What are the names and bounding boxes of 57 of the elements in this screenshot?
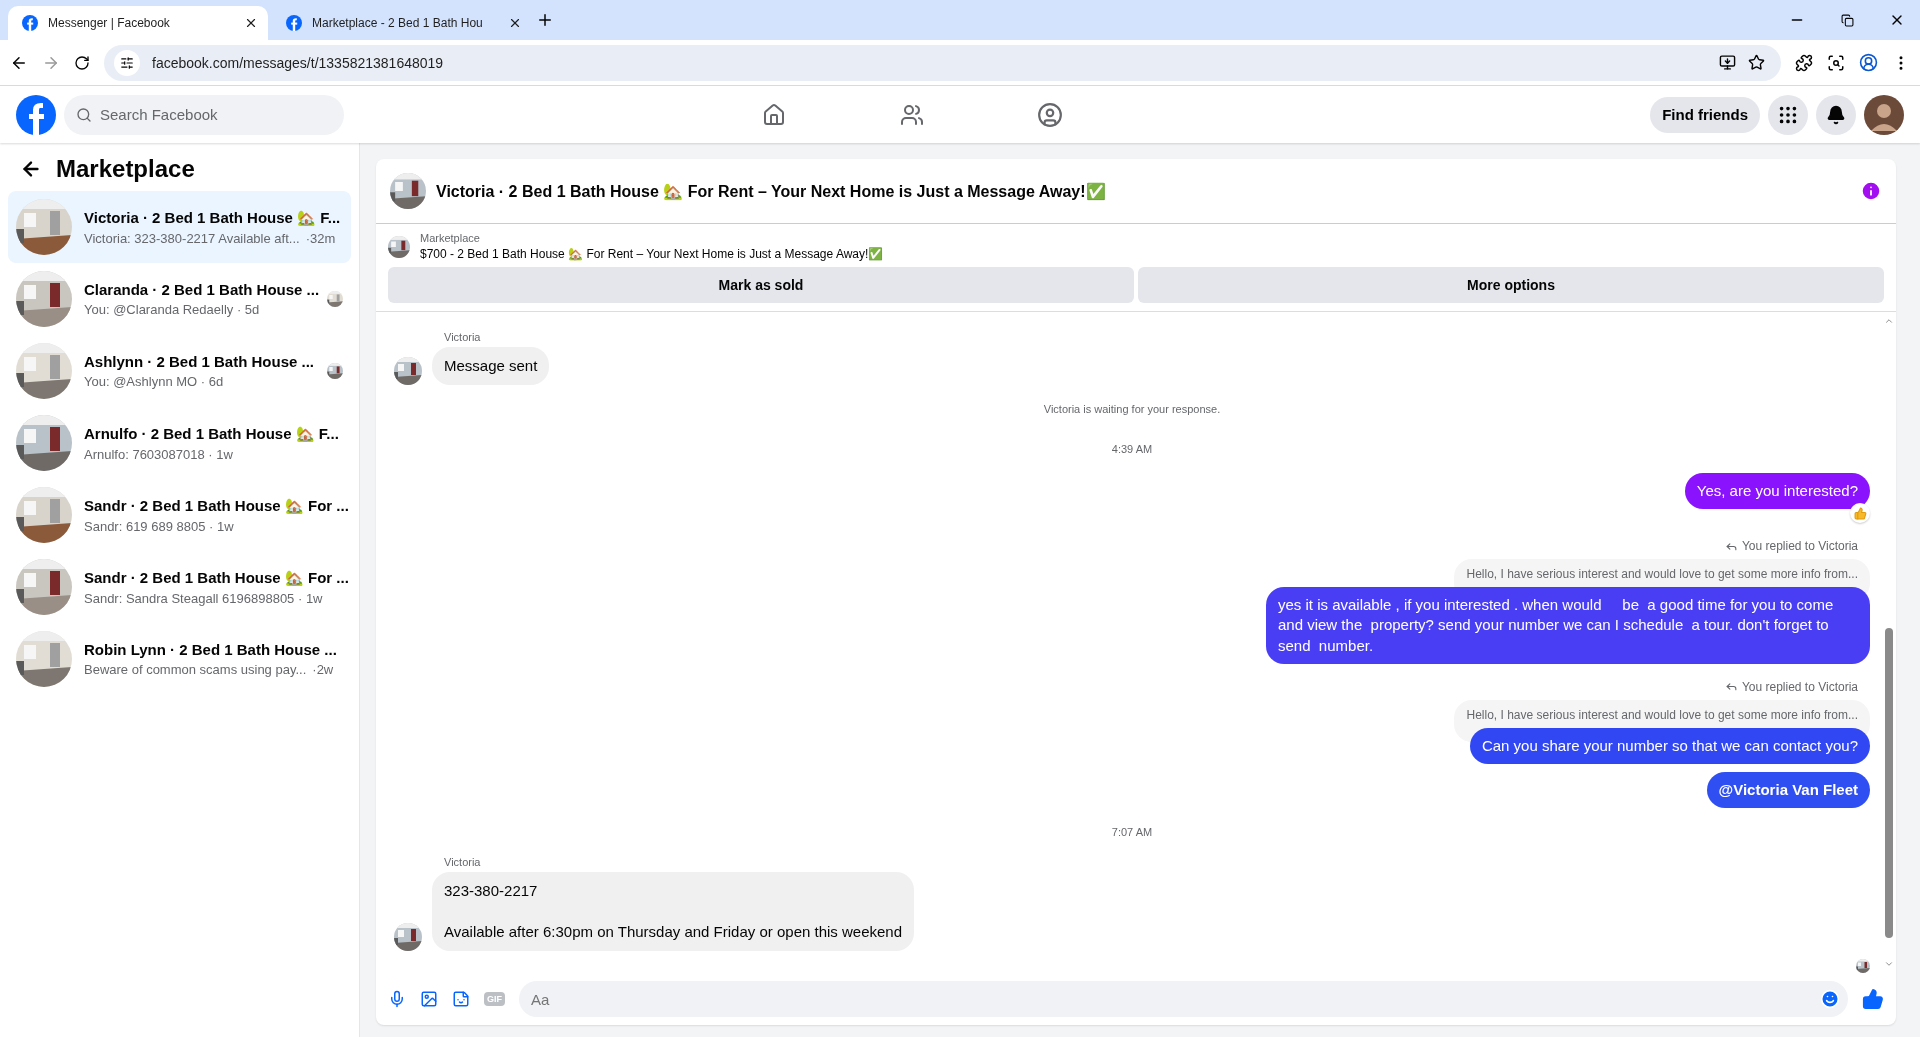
sticker-icon[interactable]	[452, 990, 470, 1008]
message-input[interactable]: Aa	[519, 981, 1848, 1017]
conversation-item[interactable]: Ashlynn · 2 Bed 1 Bath House ... You: @Ashlynn MO · 6d	[8, 335, 351, 407]
reply-label: You replied to Victoria	[1741, 679, 1858, 694]
listing-action-button[interactable]: Mark as sold	[388, 267, 1134, 303]
close-icon[interactable]	[508, 16, 522, 30]
conversation-item[interactable]: Sandr · 2 Bed 1 Bath House 🏡 For ... Sandr: 619 689 8805 · 1w	[8, 479, 351, 551]
listing-title[interactable]: $700 - 2 Bed 1 Bath House 🏡 For Rent – Your Next Home is Just a Message Away!✅	[420, 247, 884, 261]
tab-search-icon[interactable]	[1827, 53, 1845, 72]
install-icon[interactable]	[1719, 54, 1736, 71]
close-icon[interactable]	[244, 16, 258, 30]
avatar[interactable]	[1864, 94, 1904, 135]
extensions-icon[interactable]	[1795, 53, 1813, 72]
bell-icon[interactable]	[1816, 94, 1856, 135]
message-bubble: @Victoria Van Fleet	[1706, 772, 1870, 809]
listing-source: Marketplace	[420, 232, 481, 244]
message-bubble: Can you share your number so that we can contact you?	[1469, 727, 1870, 764]
favicon-icon	[22, 15, 38, 31]
site-info-icon[interactable]	[114, 49, 140, 76]
reload-icon[interactable]	[74, 54, 90, 71]
search-field[interactable]: Search Facebook	[64, 94, 344, 135]
favicon-icon	[286, 15, 302, 31]
facebook-logo[interactable]	[16, 94, 56, 135]
listing-action-button[interactable]: More options	[1138, 267, 1884, 303]
thumbs-up-icon[interactable]	[1862, 988, 1884, 1010]
profile-icon[interactable]	[1859, 53, 1878, 72]
status-notice: Victoria is waiting for your response.	[1043, 402, 1221, 415]
info-icon[interactable]	[1860, 180, 1882, 202]
image-icon[interactable]	[420, 990, 438, 1008]
conversation-item[interactable]: Sandr · 2 Bed 1 Bath House 🏡 For ... Sandr: Sandra Steagall 6196898805 · 1w	[8, 551, 351, 623]
conversation-item[interactable]: Victoria · 2 Bed 1 Bath House 🏡 F... Victoria: 323-380-2217 Available aft... ·32m	[8, 191, 351, 263]
chat-title: Victoria · 2 Bed 1 Bath House 🏡 For Rent – Your Next Home is Just a Message Away!✅	[436, 181, 1107, 201]
browser-tab[interactable]: Messenger | Facebook	[8, 6, 268, 40]
search-icon	[76, 106, 92, 123]
message-bubble: 323-380-2217 Available after 6:30pm on Thursday and Friday or open this weekend	[432, 872, 915, 951]
reaction-icon[interactable]	[1850, 503, 1870, 523]
profile-icon[interactable]	[1036, 100, 1065, 129]
conversation-item[interactable]: Robin Lynn · 2 Bed 1 Bath House ... Beware of common scams using pay... ·2w	[8, 623, 351, 695]
message-bubble: yes it is available , if you interested . when would be a good time for you to come and view the property? send your number we can I schedule a tour. don't forget to send number.	[1266, 587, 1870, 664]
timestamp: 7:07 AM	[1111, 826, 1153, 839]
message-bubble: Yes, are you interested?	[1684, 472, 1870, 509]
reply-label: You replied to Victoria	[1741, 539, 1858, 553]
star-icon[interactable]	[1748, 54, 1765, 71]
conversation-item[interactable]: Arnulfo · 2 Bed 1 Bath House 🏡 F... Arnulfo: 7603087018 · 1w	[8, 407, 351, 479]
timestamp: 4:39 AM	[1111, 442, 1153, 455]
new-tab-icon[interactable]	[536, 11, 554, 29]
browser-tab[interactable]: Marketplace - 2 Bed 1 Bath Hou	[272, 6, 532, 40]
sender-name: Victoria	[443, 330, 482, 343]
address-bar[interactable]: facebook.com/messages/t/1335821381648019	[104, 44, 1781, 81]
scrollbar-thumb[interactable]	[1885, 627, 1893, 938]
sender-name: Victoria	[443, 856, 482, 869]
conversation-item[interactable]: Claranda · 2 Bed 1 Bath House ... You: @Claranda Redaelly · 5d	[8, 263, 351, 335]
microphone-icon[interactable]	[388, 990, 406, 1008]
sidebar-title: Marketplace	[56, 155, 195, 183]
menu-icon[interactable]	[1768, 94, 1808, 135]
find-friends-button[interactable]: Find friends	[1650, 96, 1760, 133]
message-bubble: Message sent	[432, 346, 550, 385]
